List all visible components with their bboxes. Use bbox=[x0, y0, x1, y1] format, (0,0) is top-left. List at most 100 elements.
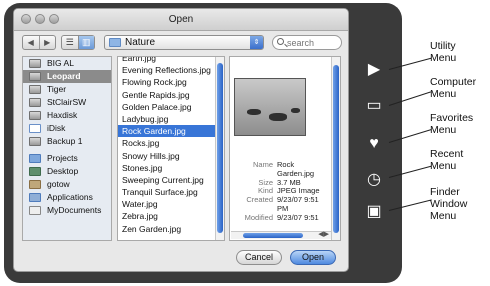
documents-icon bbox=[29, 206, 41, 215]
stone-shape bbox=[269, 113, 287, 121]
location-label: Nature bbox=[125, 37, 156, 48]
sidebar-item-idisk[interactable]: iDisk bbox=[23, 122, 111, 135]
sidebar-item-label: gotow bbox=[47, 179, 70, 189]
file-item[interactable]: Sweeping Current.jpg bbox=[118, 174, 224, 186]
stone-shape bbox=[291, 108, 300, 113]
back-button[interactable]: ◀ bbox=[23, 36, 40, 49]
sidebar-item-leopard[interactable]: Leopard bbox=[23, 70, 111, 83]
sidebar-item-label: Backup 1 bbox=[47, 136, 83, 146]
sidebar: BIG AL Leopard Tiger StClairSW Haxdisk i… bbox=[22, 56, 112, 241]
file-item[interactable]: Flowing Rock.jpg bbox=[118, 76, 224, 88]
info-value: 9/23/07 9:51 bbox=[277, 212, 319, 222]
computer-menu-callout: Computer Menu bbox=[430, 76, 477, 100]
hard-drive-icon bbox=[29, 111, 41, 120]
sidebar-item-gotow[interactable]: gotow bbox=[23, 178, 111, 191]
scroll-arrows-icon[interactable]: ◀▶ bbox=[318, 230, 329, 238]
scroll-thumb[interactable] bbox=[243, 233, 303, 238]
file-column: Earth.jpg Evening Reflections.jpg Flowin… bbox=[117, 56, 225, 241]
sidebar-item-label: BIG AL bbox=[47, 58, 74, 68]
open-button[interactable]: Open bbox=[290, 250, 336, 265]
utility-menu-callout: Utility Menu bbox=[430, 40, 457, 64]
search-field[interactable] bbox=[272, 35, 342, 50]
sidebar-item-stclairsw[interactable]: StClairSW bbox=[23, 96, 111, 109]
devices-section: BIG AL Leopard Tiger StClairSW Haxdisk i… bbox=[23, 57, 111, 148]
home-icon bbox=[29, 180, 41, 189]
recent-menu-callout: Recent Menu bbox=[430, 148, 464, 172]
forward-button[interactable]: ▶ bbox=[40, 36, 56, 49]
utility-menu-button[interactable]: ▶ bbox=[360, 56, 388, 84]
sidebar-item-haxdisk[interactable]: Haxdisk bbox=[23, 109, 111, 122]
hard-drive-icon bbox=[29, 98, 41, 107]
sidebar-item-applications[interactable]: Applications bbox=[23, 191, 111, 204]
file-item[interactable]: Gentle Rapids.jpg bbox=[118, 89, 224, 101]
file-item[interactable]: Tranquil Surface.jpg bbox=[118, 186, 224, 198]
stone-shape bbox=[247, 109, 261, 115]
sidebar-item-projects[interactable]: Projects bbox=[23, 152, 111, 165]
sidebar-item-big-al[interactable]: BIG AL bbox=[23, 57, 111, 70]
toolbar: ◀ ▶ ☰ ▥ Nature ⇕ bbox=[14, 35, 348, 53]
sidebar-item-label: Haxdisk bbox=[47, 110, 78, 120]
sidebar-item-backup-1[interactable]: Backup 1 bbox=[23, 135, 111, 148]
file-item[interactable]: Zebra.jpg bbox=[118, 210, 224, 222]
sidebar-item-desktop[interactable]: Desktop bbox=[23, 165, 111, 178]
favorites-menu-button[interactable]: ♥ bbox=[360, 130, 388, 158]
search-icon bbox=[277, 38, 284, 45]
computer-menu-button[interactable]: ▭ bbox=[360, 92, 388, 120]
preview-pane: Name Rock Garden.jpg Size 3.7 MB Kind JPEG … bbox=[229, 56, 341, 241]
scroll-thumb[interactable] bbox=[217, 63, 223, 233]
popup-arrows-icon: ⇕ bbox=[250, 36, 263, 49]
window-title: Open bbox=[168, 14, 194, 25]
places-section: Projects Desktop gotow Applications MyDo… bbox=[23, 152, 111, 217]
file-item[interactable]: Rocks.jpg bbox=[118, 137, 224, 149]
recent-menu-button[interactable]: ◷ bbox=[360, 166, 388, 194]
sidebar-item-label: Projects bbox=[47, 153, 78, 163]
search-input[interactable] bbox=[287, 37, 339, 48]
preview-horizontal-scrollbar[interactable]: ◀▶ bbox=[231, 231, 331, 239]
sidebar-item-label: MyDocuments bbox=[47, 205, 102, 215]
preview-vertical-scrollbar[interactable] bbox=[331, 57, 340, 240]
rock-garden-preview-image bbox=[234, 78, 306, 136]
heart-icon: ♥ bbox=[369, 135, 379, 152]
file-item[interactable]: Snowy Hills.jpg bbox=[118, 150, 224, 162]
sidebar-item-label: Leopard bbox=[47, 71, 81, 81]
sidebar-item-label: Applications bbox=[47, 192, 93, 202]
file-item[interactable]: Water.jpg bbox=[118, 198, 224, 210]
favorites-menu-callout: Favorites Menu bbox=[430, 112, 474, 136]
open-dialog: Open ◀ ▶ ☰ ▥ Nature ⇕ BIG AL bbox=[13, 8, 349, 272]
sidebar-item-tiger[interactable]: Tiger bbox=[23, 83, 111, 96]
folder-icon bbox=[29, 154, 41, 163]
clock-icon: ◷ bbox=[367, 171, 381, 188]
applications-icon bbox=[29, 193, 41, 202]
file-column-scrollbar[interactable] bbox=[215, 57, 224, 240]
back-forward-buttons: ◀ ▶ bbox=[22, 35, 56, 50]
sidebar-item-label: StClairSW bbox=[47, 97, 87, 107]
finder-window-menu-button[interactable]: ▣ bbox=[360, 198, 388, 226]
list-view-button[interactable]: ☰ bbox=[62, 36, 78, 49]
finder-window-icon: ▣ bbox=[366, 203, 382, 220]
sidebar-item-label: iDisk bbox=[47, 123, 66, 133]
finder-window-menu-callout: Finder Window Menu bbox=[430, 186, 468, 222]
file-item-selected[interactable]: Rock Garden.jpg bbox=[118, 125, 224, 138]
sidebar-item-label: Desktop bbox=[47, 166, 79, 176]
sidebar-item-label: Tiger bbox=[47, 84, 67, 94]
file-item[interactable]: Ladybug.jpg bbox=[118, 113, 224, 125]
file-info: Name Rock Garden.jpg Size 3.7 MB Kind JPEG … bbox=[230, 160, 334, 223]
info-key: Created bbox=[246, 195, 273, 205]
location-popup[interactable]: Nature ⇕ bbox=[104, 35, 264, 50]
hard-drive-icon bbox=[29, 137, 41, 146]
scroll-thumb[interactable] bbox=[333, 65, 339, 233]
file-item[interactable]: Golden Palace.jpg bbox=[118, 101, 224, 113]
folder-icon bbox=[109, 38, 121, 47]
idisk-icon bbox=[29, 124, 41, 133]
view-mode-buttons: ☰ ▥ bbox=[61, 35, 95, 50]
file-item[interactable]: Earth.jpg bbox=[118, 57, 224, 64]
file-item[interactable]: Evening Reflections.jpg bbox=[118, 64, 224, 76]
info-row: Modified 9/23/07 9:51 bbox=[230, 212, 334, 223]
file-item[interactable]: Stones.jpg bbox=[118, 162, 224, 174]
column-view-button[interactable]: ▥ bbox=[77, 36, 94, 49]
cancel-button[interactable]: Cancel bbox=[236, 250, 282, 265]
info-key: Modified bbox=[244, 212, 273, 222]
folder-tab-icon: ▶ bbox=[367, 61, 381, 78]
file-item[interactable]: Zen Garden.jpg bbox=[118, 223, 224, 235]
sidebar-item-mydocuments[interactable]: MyDocuments bbox=[23, 204, 111, 217]
